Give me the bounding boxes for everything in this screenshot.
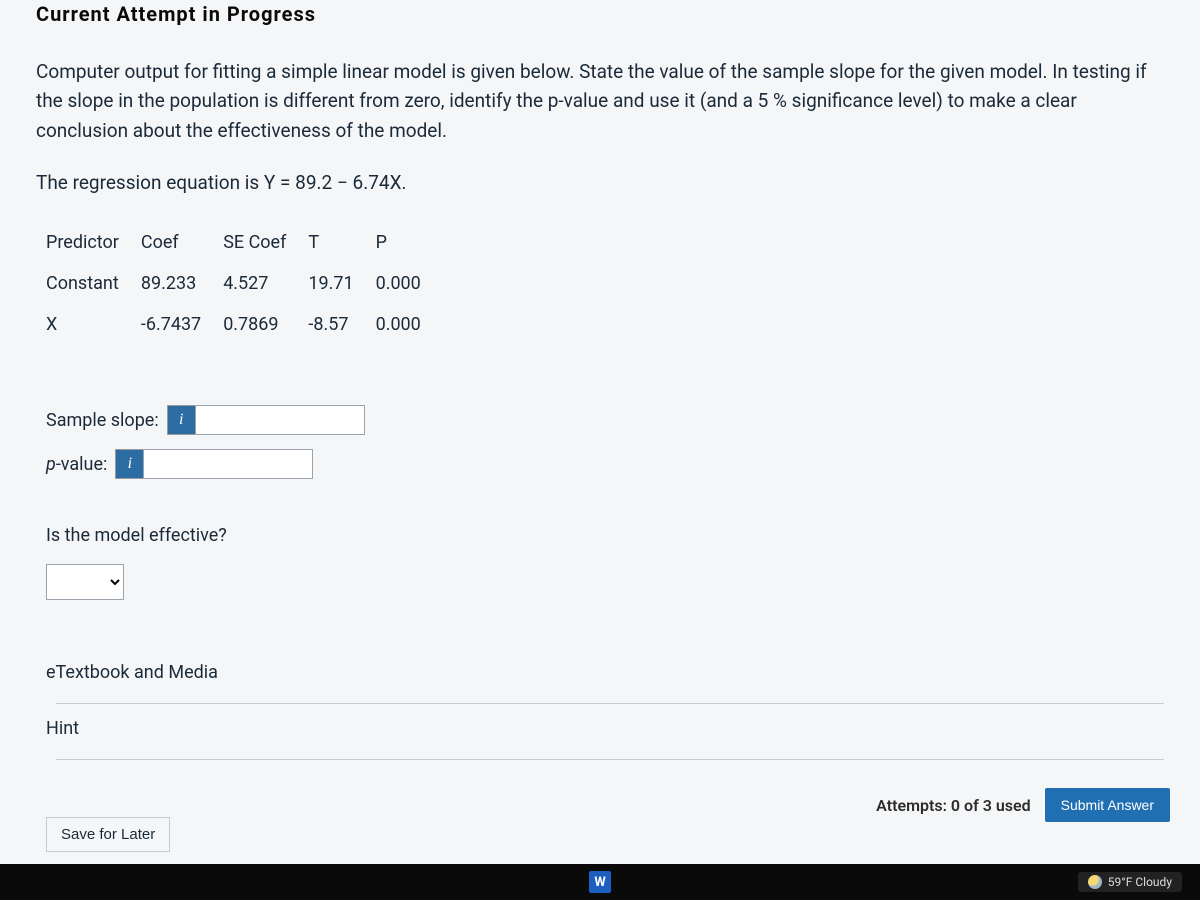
equation-prefix: The regression equation is bbox=[36, 171, 264, 194]
submit-answer-button[interactable]: Submit Answer bbox=[1045, 788, 1170, 822]
weather-text: 59°F Cloudy bbox=[1108, 875, 1172, 889]
question-prompt: Computer output for fitting a simple lin… bbox=[36, 57, 1164, 145]
col-secoef: SE Coef bbox=[223, 222, 308, 263]
save-for-later-button[interactable]: Save for Later bbox=[46, 817, 170, 852]
sample-slope-row: Sample slope: i bbox=[46, 405, 1164, 435]
sample-slope-label: Sample slope: bbox=[46, 410, 159, 431]
cell-se: 0.7869 bbox=[223, 304, 308, 345]
pvalue-label: p-value: bbox=[46, 454, 107, 475]
weather-widget[interactable]: 59°F Cloudy bbox=[1078, 872, 1182, 892]
taskbar: W 59°F Cloudy bbox=[0, 864, 1200, 900]
col-p: P bbox=[376, 222, 443, 263]
attempts-counter: Attempts: 0 of 3 used bbox=[876, 796, 1030, 815]
attempt-header: Current Attempt in Progress bbox=[36, 0, 1164, 37]
divider bbox=[56, 759, 1164, 760]
sample-slope-input[interactable] bbox=[195, 405, 365, 435]
cell-coef: -6.7437 bbox=[141, 304, 223, 345]
table-row: Constant 89.233 4.527 19.71 0.000 bbox=[46, 263, 443, 304]
pvalue-p: p bbox=[46, 454, 56, 475]
hint-link[interactable]: Hint bbox=[46, 704, 1164, 753]
cell-predictor: Constant bbox=[46, 263, 141, 304]
cell-coef: 89.233 bbox=[141, 263, 223, 304]
pvalue-input[interactable] bbox=[143, 449, 313, 479]
cell-t: -8.57 bbox=[308, 304, 375, 345]
cell-p: 0.000 bbox=[376, 304, 443, 345]
info-icon[interactable]: i bbox=[115, 449, 143, 479]
model-effective-select[interactable] bbox=[46, 564, 124, 600]
equation-expression: Y = 89.2 − 6.74X. bbox=[264, 171, 407, 194]
cell-t: 19.71 bbox=[308, 263, 375, 304]
cell-p: 0.000 bbox=[376, 263, 443, 304]
regression-output-table: Predictor Coef SE Coef T P Constant 89.2… bbox=[46, 222, 443, 345]
info-icon[interactable]: i bbox=[167, 405, 195, 435]
etextbook-link[interactable]: eTextbook and Media bbox=[46, 648, 1164, 697]
pvalue-suffix: -value: bbox=[56, 454, 108, 475]
cell-se: 4.527 bbox=[223, 263, 308, 304]
table-row: X -6.7437 0.7869 -8.57 0.000 bbox=[46, 304, 443, 345]
col-predictor: Predictor bbox=[46, 222, 141, 263]
weather-icon bbox=[1088, 875, 1102, 889]
model-effective-question: Is the model effective? bbox=[46, 525, 1164, 546]
col-t: T bbox=[308, 222, 375, 263]
regression-equation: The regression equation is Y = 89.2 − 6.… bbox=[36, 171, 1164, 194]
cell-predictor: X bbox=[46, 304, 141, 345]
pvalue-row: p-value: i bbox=[46, 449, 1164, 479]
word-app-icon[interactable]: W bbox=[589, 871, 611, 893]
col-coef: Coef bbox=[141, 222, 223, 263]
